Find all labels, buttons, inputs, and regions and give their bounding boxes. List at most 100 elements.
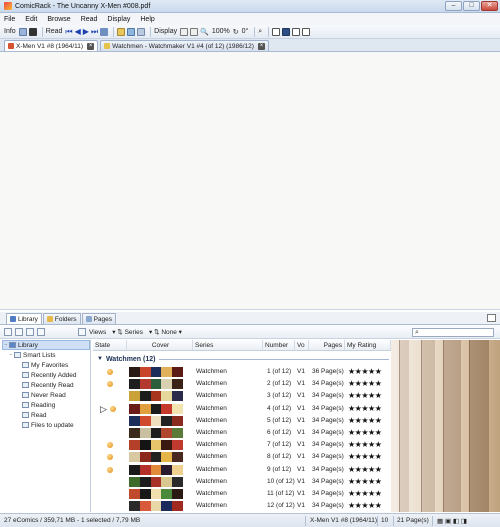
cover-thumbnail[interactable] [129, 452, 183, 463]
menu-read[interactable]: Read [81, 16, 98, 23]
book-icon[interactable] [28, 27, 37, 36]
tree-item-recently-read[interactable]: Recently Read [2, 380, 90, 390]
cover-thumbnail[interactable] [129, 391, 183, 402]
library-icon[interactable] [137, 27, 146, 36]
open-icon[interactable] [117, 27, 126, 36]
last-page-icon[interactable]: ⏭ [91, 27, 98, 36]
rating-cell[interactable]: ★★★★★ [348, 378, 382, 390]
view-single-icon[interactable] [272, 27, 281, 36]
view-double-icon[interactable] [292, 27, 301, 36]
table-row[interactable]: Watchmen 1 (of 12) V1 36 Page(s) ★★★★★ [93, 366, 391, 378]
cover-thumbnail[interactable] [129, 464, 183, 475]
cover-thumbnail[interactable] [129, 501, 183, 512]
group-by-dropdown[interactable]: ▾ ⇅ Series [112, 328, 143, 336]
menu-help[interactable]: Help [140, 16, 154, 23]
page-layout-icon[interactable] [180, 27, 189, 36]
rating-cell[interactable]: ★★★★★ [348, 415, 382, 427]
info-icon[interactable] [18, 27, 27, 36]
view-options-icon[interactable] [302, 27, 311, 36]
search-input[interactable]: ⌕ [412, 328, 494, 337]
menu-file[interactable]: File [4, 16, 15, 23]
rating-cell[interactable]: ★★★★★ [348, 451, 382, 463]
cover-thumbnail[interactable] [129, 379, 183, 390]
magnify-icon[interactable]: ⌕ [258, 28, 262, 36]
table-row[interactable]: Watchmen 2 (of 12) V1 34 Page(s) ★★★★★ [93, 378, 391, 390]
table-row[interactable]: Watchmen 5 (of 12) V1 34 Page(s) ★★★★★ [93, 415, 391, 427]
rating-cell[interactable]: ★★★★★ [348, 390, 382, 402]
close-tab-icon[interactable]: × [257, 42, 265, 50]
search-list-icon[interactable] [26, 328, 34, 336]
tab-watchmen[interactable]: Watchmen - Watchmaker V1 #4 (of 12) (198… [100, 40, 269, 51]
cover-thumbnail[interactable] [129, 367, 183, 377]
table-row[interactable]: Watchmen 11 (of 12) V1 34 Page(s) ★★★★★ [93, 488, 391, 500]
first-page-icon[interactable]: ⏮ [65, 27, 72, 36]
close-tab-icon[interactable]: × [87, 42, 95, 50]
rotate-icon[interactable]: ↻ [233, 28, 239, 36]
table-row[interactable]: Watchmen 12 (of 12) V1 34 Page(s) ★★★★★ [93, 500, 391, 512]
tree-item-library[interactable]: − Library [2, 340, 90, 350]
options-icon[interactable] [37, 328, 45, 336]
table-row[interactable]: Watchmen 7 (of 12) V1 34 Page(s) ★★★★★ [93, 439, 391, 451]
views-icon[interactable] [78, 328, 86, 336]
menu-display[interactable]: Display [107, 16, 130, 23]
column-header-volume[interactable]: Vo [295, 340, 309, 351]
cover-thumbnail[interactable] [129, 415, 183, 426]
table-row[interactable]: ▷ Watchmen 4 (of 12) V1 34 Page(s) ★★★★★ [93, 403, 391, 415]
views-dropdown[interactable]: Views [89, 329, 106, 336]
minimize-button[interactable]: – [445, 1, 462, 11]
menu-edit[interactable]: Edit [25, 16, 37, 23]
tree-item-smart-lists[interactable]: − Smart Lists [2, 350, 90, 360]
column-header-series[interactable]: Series [193, 340, 263, 351]
rotation-value[interactable]: 0° [242, 28, 249, 35]
rating-cell[interactable]: ★★★★★ [348, 464, 382, 476]
view-fullscreen-icon[interactable] [282, 27, 291, 36]
table-row[interactable]: Watchmen 3 (of 12) V1 34 Page(s) ★★★★★ [93, 390, 391, 402]
tree-item-never-read[interactable]: Never Read [2, 390, 90, 400]
tree-toggle-icon[interactable] [4, 328, 12, 336]
tab-xmen[interactable]: X-Men V1 #8 (1964/11) × [4, 40, 99, 51]
cover-thumbnail[interactable] [129, 440, 183, 451]
column-header-pages[interactable]: Pages [309, 340, 345, 351]
rating-cell[interactable]: ★★★★★ [348, 500, 382, 512]
panel-layout-icon[interactable] [487, 314, 496, 322]
cover-thumbnail[interactable] [129, 476, 183, 487]
rating-cell[interactable]: ★★★★★ [348, 427, 382, 439]
table-row[interactable]: Watchmen 10 (of 12) V1 34 Page(s) ★★★★★ [93, 476, 391, 488]
zoom-value[interactable]: 100% [212, 28, 230, 35]
tree-item-my-favorites[interactable]: My Favorites [2, 360, 90, 370]
history-icon[interactable] [100, 27, 109, 36]
tree-item-files-to-update[interactable]: Files to update [2, 420, 90, 430]
menu-browse[interactable]: Browse [47, 16, 70, 23]
maximize-button[interactable]: □ [463, 1, 480, 11]
display-button[interactable]: Display [154, 28, 177, 35]
info-button[interactable]: Info [4, 28, 16, 35]
rating-cell[interactable]: ★★★★★ [348, 488, 382, 500]
tree-item-recently-added[interactable]: Recently Added [2, 370, 90, 380]
rating-cell[interactable]: ★★★★★ [348, 476, 382, 488]
next-page-icon[interactable]: ▶ [83, 27, 89, 36]
column-header-cover[interactable]: Cover [127, 340, 193, 351]
column-header-rating[interactable]: My Rating [345, 340, 391, 351]
rating-cell[interactable]: ★★★★★ [348, 403, 382, 415]
tree-item-reading[interactable]: Reading [2, 400, 90, 410]
close-button[interactable]: ✕ [481, 1, 498, 11]
new-list-icon[interactable] [15, 328, 23, 336]
table-row[interactable]: Watchmen 8 (of 12) V1 34 Page(s) ★★★★★ [93, 451, 391, 463]
tab-pages[interactable]: Pages [81, 313, 116, 324]
comic-reader-area[interactable] [0, 52, 500, 310]
column-header-number[interactable]: Number [263, 340, 295, 351]
zoom-icon[interactable]: 🔍 [200, 28, 209, 36]
group-header[interactable]: ▼ Watchmen (12) [93, 353, 391, 365]
sort-by-dropdown[interactable]: ▾ ⇅ None ▾ [149, 328, 182, 336]
cover-thumbnail[interactable] [129, 428, 183, 438]
tree-item-read[interactable]: Read [2, 410, 90, 420]
table-row[interactable]: Watchmen 6 (of 12) V1 34 Page(s) ★★★★★ [93, 427, 391, 439]
fit-icon[interactable] [190, 27, 199, 36]
table-row[interactable]: Watchmen 9 (of 12) V1 34 Page(s) ★★★★★ [93, 464, 391, 476]
tab-library[interactable]: Library [6, 313, 42, 324]
tab-folders[interactable]: Folders [42, 313, 81, 324]
collapse-icon[interactable]: ▼ [97, 356, 103, 362]
cover-thumbnail[interactable] [129, 489, 183, 499]
rating-cell[interactable]: ★★★★★ [348, 439, 382, 451]
status-icons[interactable]: ▦ ▣ ◧ ◨ [437, 517, 467, 525]
